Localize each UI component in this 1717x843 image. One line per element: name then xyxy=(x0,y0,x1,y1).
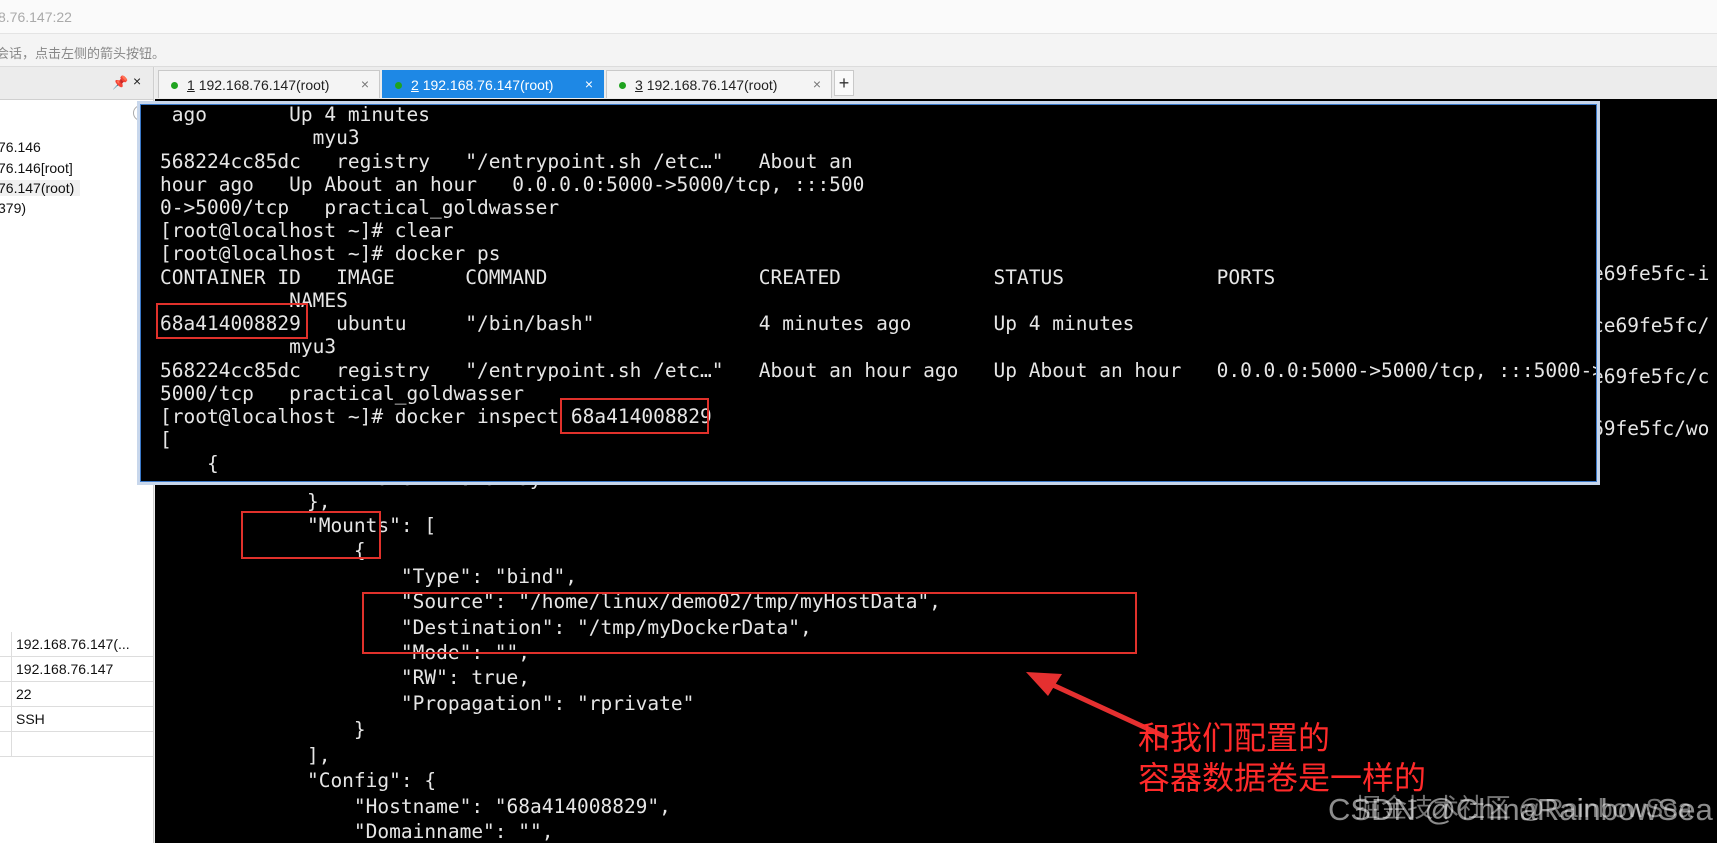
session-properties: 192.168.76.147(... 192.168.76.147 22 SSH xyxy=(0,632,153,757)
terminal-line: "Config": { xyxy=(260,769,437,792)
terminal-line: hour ago Up About an hour 0.0.0.0:5000->… xyxy=(160,173,865,196)
session-sidebar: 📌 × 76.146 76.146[root] 76.147(root) 379… xyxy=(0,67,154,843)
close-tab-icon[interactable]: × xyxy=(585,76,593,92)
session-tree-item[interactable]: 76.147(root) xyxy=(0,180,81,196)
tab-session-1[interactable]: 1 192.168.76.147(root) × xyxy=(158,70,380,98)
source-destination-highlight-box xyxy=(362,592,1137,654)
tab-session-3[interactable]: 3 192.168.76.147(root) × xyxy=(606,70,832,98)
terminal-line: ], xyxy=(260,744,331,767)
inspect-id-highlight-box xyxy=(560,398,709,434)
terminal-line: "Propagation": "rprivate" xyxy=(260,692,695,715)
session-tab-bar: 1 192.168.76.147(root) × 2 192.168.76.14… xyxy=(155,67,1717,100)
terminal-line: 69fe5fc/wo xyxy=(1592,417,1710,440)
terminal-line: 5000/tcp practical_goldwasser xyxy=(160,382,524,405)
tab-number: 3 xyxy=(635,77,643,93)
connected-dot-icon xyxy=(395,82,402,89)
terminal-line: CONTAINER ID IMAGE COMMAND CREATED STATU… xyxy=(160,266,1276,289)
terminal-line: myu3 xyxy=(160,126,360,149)
watermark-overlay: 掘金技术社区 @RainbowSea xyxy=(1355,793,1693,823)
terminal-line: [root@localhost ~]# clear xyxy=(160,219,454,242)
terminal-line: [root@localhost ~]# docker ps xyxy=(160,242,501,265)
connected-dot-icon xyxy=(171,82,178,89)
tab-label: 192.168.76.147(root) xyxy=(646,77,778,93)
tab-label: 192.168.76.147(root) xyxy=(422,77,554,93)
property-row: 22 xyxy=(0,682,153,707)
close-tab-icon[interactable]: × xyxy=(361,76,369,92)
property-row: 192.168.76.147 xyxy=(0,657,153,682)
property-value: SSH xyxy=(16,711,45,727)
terminal-line: }, xyxy=(260,490,331,513)
tab-session-2[interactable]: 2 192.168.76.147(root) × xyxy=(382,70,604,98)
property-value: 22 xyxy=(16,686,32,702)
hint-text: 会话，点击左侧的箭头按钮。 xyxy=(0,46,166,61)
session-tree-item[interactable]: 379) xyxy=(0,200,26,216)
property-value: 192.168.76.147(... xyxy=(16,636,130,652)
hint-bar: 会话，点击左侧的箭头按钮。 xyxy=(0,34,1717,67)
property-value: 192.168.76.147 xyxy=(16,661,114,677)
pin-icon[interactable]: 📌 xyxy=(112,75,128,91)
connected-dot-icon xyxy=(619,82,626,89)
annotation-line: 和我们配置的 xyxy=(1138,720,1331,756)
terminal-line: "Type": "bind", xyxy=(260,565,577,588)
window-title: 8.76.147:22 xyxy=(0,9,72,25)
terminal-line: [ xyxy=(160,428,172,451)
terminal-line: 568224cc85dc registry "/entrypoint.sh /e… xyxy=(160,150,853,173)
terminal-line: ce69fe5fc/ xyxy=(1592,314,1710,337)
annotation-note: 和我们配置的 容器数据卷是一样的 xyxy=(1138,718,1426,798)
sidebar-header: 📌 × xyxy=(0,67,153,100)
close-tab-icon[interactable]: × xyxy=(813,76,821,92)
terminal-line: "Domainname": "", xyxy=(260,820,554,843)
terminal-line: 568224cc85dc registry "/entrypoint.sh /e… xyxy=(160,359,1597,382)
tab-number: 1 xyxy=(187,77,195,93)
terminal-line: { xyxy=(160,452,219,475)
mounts-highlight-box xyxy=(241,511,381,559)
property-row: SSH xyxy=(0,707,153,732)
add-tab-button[interactable]: + xyxy=(834,70,854,96)
tab-number: 2 xyxy=(411,77,419,93)
close-icon[interactable]: × xyxy=(133,73,141,89)
property-row: 192.168.76.147(... xyxy=(0,632,153,657)
terminal-line: e69fe5fc-i xyxy=(1592,262,1710,285)
terminal-overlay-window[interactable]: ago Up 4 minutes myu3 568224cc85dc regis… xyxy=(140,104,1597,482)
terminal-line: "Hostname": "68a414008829", xyxy=(260,795,671,818)
terminal-line: ago Up 4 minutes xyxy=(160,104,431,126)
terminal-line: e69fe5fc/c xyxy=(1592,365,1710,388)
session-tree-item[interactable]: 76.146[root] xyxy=(0,160,73,176)
session-tree-item[interactable]: 76.146 xyxy=(0,139,41,155)
tab-label: 192.168.76.147(root) xyxy=(198,77,330,93)
container-id-highlight-box xyxy=(156,303,308,339)
terminal-line: "RW": true, xyxy=(260,666,531,689)
property-row xyxy=(0,732,153,757)
window-titlebar: 8.76.147:22 xyxy=(0,0,1717,34)
terminal-line: 0->5000/tcp practical_goldwasser xyxy=(160,196,560,219)
terminal-line: } xyxy=(260,718,366,741)
